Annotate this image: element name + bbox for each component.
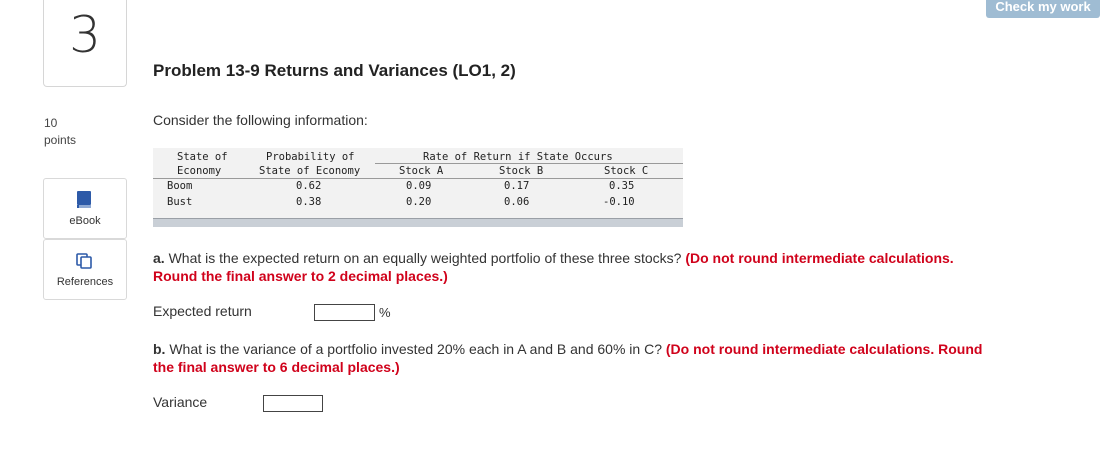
header-rate-of-return: Rate of Return if State Occurs <box>423 151 613 163</box>
references-label: References <box>56 276 114 288</box>
part-a-instruction-line2: Round the final answer to 2 decimal plac… <box>153 268 448 284</box>
part-b-instruction-line2: the final answer to 6 decimal places.) <box>153 359 400 375</box>
variance-input[interactable] <box>263 395 323 412</box>
expected-return-input[interactable] <box>314 304 375 321</box>
expected-return-label: Expected return <box>153 303 252 319</box>
part-b-prefix: b. <box>153 341 166 357</box>
part-a-question: a. What is the expected return on an equ… <box>153 249 1073 285</box>
ebook-label: eBook <box>69 215 101 227</box>
header-group-rule <box>375 163 683 164</box>
row-boom-c: 0.35 <box>609 180 635 192</box>
variance-label: Variance <box>153 394 208 410</box>
row-boom-b: 0.17 <box>504 180 530 192</box>
header-stock-c: Stock C <box>604 165 649 177</box>
header-stock-b: Stock B <box>499 165 544 177</box>
row-bust-c: -0.10 <box>603 196 635 208</box>
points-value: 10 <box>44 116 58 130</box>
points-label: points <box>44 133 77 147</box>
ebook-button[interactable]: eBook <box>43 178 127 239</box>
header-prob-line2: State of Economy <box>259 165 361 177</box>
question-number-box: 3 <box>43 0 127 87</box>
row-boom-state: Boom <box>167 180 193 192</box>
part-b-text: What is the variance of a portfolio inve… <box>165 341 666 357</box>
documents-icon <box>76 253 92 269</box>
row-bust-prob: 0.38 <box>296 196 322 208</box>
row-boom-prob: 0.62 <box>296 180 322 192</box>
header-state-line1: State of <box>177 151 228 163</box>
problem-intro: Consider the following information: <box>153 112 368 128</box>
row-bust-state: Bust <box>167 196 193 208</box>
header-state-line2: Economy <box>177 165 222 177</box>
header-stock-a: Stock A <box>399 165 444 177</box>
part-a-text: What is the expected return on an equall… <box>164 250 686 266</box>
references-button[interactable]: References <box>43 239 127 300</box>
book-icon <box>76 191 92 209</box>
row-boom-a: 0.09 <box>406 180 432 192</box>
header-prob-line1: Probability of <box>266 151 355 163</box>
problem-title: Problem 13-9 Returns and Variances (LO1,… <box>153 61 516 80</box>
check-my-work-button[interactable]: Check my work <box>986 0 1100 18</box>
part-a-instruction-line1: (Do not round intermediate calculations. <box>685 250 954 266</box>
header-rule <box>153 178 683 179</box>
row-bust-b: 0.06 <box>504 196 530 208</box>
part-b-instruction-line1: (Do not round intermediate calculations.… <box>665 341 983 357</box>
part-a-prefix: a. <box>153 250 165 266</box>
table-bottom-bar <box>153 218 683 227</box>
row-bust-a: 0.20 <box>406 196 432 208</box>
part-b-question: b. What is the variance of a portfolio i… <box>153 340 1073 376</box>
data-table: State of Economy Probability of State of… <box>153 148 683 226</box>
question-number: 3 <box>69 6 101 64</box>
percent-unit: % <box>379 305 391 320</box>
